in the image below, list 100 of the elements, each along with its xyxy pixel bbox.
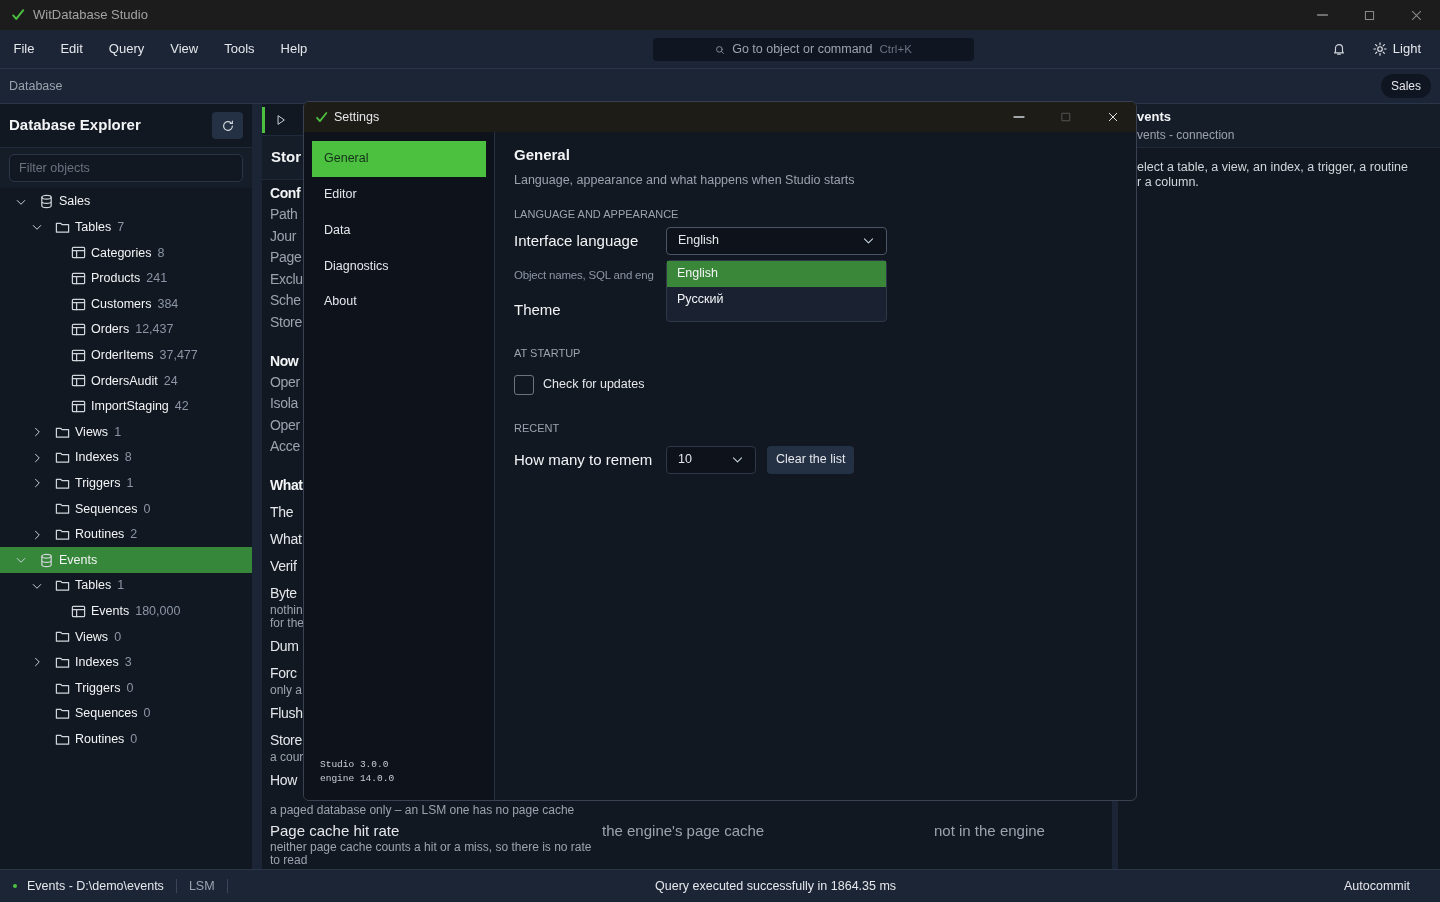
play-icon xyxy=(275,113,287,126)
tree-item-label: Views xyxy=(75,628,109,646)
minimize-icon xyxy=(1316,14,1329,16)
item-label: Forc xyxy=(270,663,297,683)
tree-item-label: Triggers xyxy=(75,474,121,492)
tree-item[interactable]: Routines 2 xyxy=(0,521,252,548)
item-label: Flush xyxy=(270,703,303,723)
tree-item[interactable]: OrdersAudit 24 xyxy=(0,368,252,394)
theme-toggle-button[interactable]: Light xyxy=(1366,39,1427,59)
item-count: 1 xyxy=(114,423,122,441)
section-heading: Conf xyxy=(270,184,301,203)
tree-item[interactable]: Views 1 xyxy=(0,419,252,445)
tree-item[interactable]: Tables 7 xyxy=(0,214,252,241)
tree-item[interactable]: Tables 1 xyxy=(0,572,252,599)
close-icon xyxy=(1106,111,1119,123)
dropdown-option[interactable]: Русский xyxy=(667,286,886,313)
table-icon xyxy=(71,373,86,389)
run-button[interactable] xyxy=(275,113,287,126)
sun-icon xyxy=(1372,42,1387,56)
command-search-field[interactable]: Go to object or command Ctrl+K xyxy=(653,38,974,61)
tree-item[interactable]: Routines 0 xyxy=(0,726,252,753)
item-count: 24 xyxy=(163,372,178,390)
tree-item-label: ImportStaging xyxy=(91,398,169,416)
item-count: 0 xyxy=(114,628,122,646)
tree-item[interactable]: Events 180,000 xyxy=(0,598,252,625)
dropdown[interactable]: English xyxy=(666,226,887,255)
settings-nav-item[interactable]: Data xyxy=(312,212,486,249)
item-note: neither page cache counts a hit or a miss, so there is no rate to read xyxy=(270,840,593,867)
details-hint: elect a table, a view, an index, a trigger, a routine r a column. xyxy=(1136,159,1409,190)
tree-item-label: Routines xyxy=(75,730,125,748)
tree-item[interactable]: Triggers 0 xyxy=(0,675,252,701)
section-heading: LANGUAGE AND APPEARANCE xyxy=(514,206,680,221)
setting-label: How many to remem xyxy=(514,449,654,470)
item-count: 1 xyxy=(117,577,125,595)
settings-nav-item[interactable]: General xyxy=(312,141,486,177)
section-heading: Now xyxy=(270,351,299,371)
tree-item-label: Orders xyxy=(91,321,130,339)
dialog-title: Settings xyxy=(334,108,380,126)
table-icon xyxy=(71,296,86,312)
property-label: Isola xyxy=(270,394,299,414)
tree-item-label: Triggers xyxy=(75,679,121,697)
table-icon xyxy=(71,271,86,287)
tree-item[interactable]: OrderItems 37,477 xyxy=(0,342,252,369)
menu-item[interactable]: Query xyxy=(99,39,154,59)
tree-item[interactable]: Sales xyxy=(0,189,252,215)
property-label: Exclu xyxy=(270,269,303,289)
settings-nav-item[interactable]: Editor xyxy=(312,176,486,213)
tree-item[interactable]: Indexes 8 xyxy=(0,444,252,471)
tree-item-label: Events xyxy=(91,602,130,620)
filter-field[interactable]: Filter objects xyxy=(9,154,243,182)
refresh-button[interactable] xyxy=(212,112,243,139)
folder-icon xyxy=(55,655,70,670)
tree-item[interactable]: Events xyxy=(0,547,252,573)
section-heading: RECENT xyxy=(514,420,561,435)
clear-list-button[interactable]: Clear the list xyxy=(767,445,855,474)
tree-item[interactable]: Customers 384 xyxy=(0,291,252,317)
panel-title: Database Explorer xyxy=(9,115,141,136)
checkbox[interactable] xyxy=(514,374,534,395)
property-label: Path xyxy=(270,205,298,224)
settings-nav-item[interactable]: About xyxy=(312,283,486,320)
property-label: Sche xyxy=(270,291,301,311)
tree-item-label: OrdersAudit xyxy=(91,372,158,390)
item-count: 0 xyxy=(143,500,151,518)
item-note: a cour xyxy=(270,750,304,764)
tree-item-label: Customers xyxy=(91,295,152,313)
tree-item[interactable]: Triggers 1 xyxy=(0,470,252,497)
dropdown[interactable]: 10 xyxy=(666,445,756,474)
tree-item[interactable]: Indexes 3 xyxy=(0,649,252,676)
menu-item[interactable]: View xyxy=(160,39,208,59)
tree-item[interactable]: Orders 12,437 xyxy=(0,316,252,343)
menu-item[interactable]: Edit xyxy=(50,39,93,59)
details-subtitle: vents - connection xyxy=(1137,127,1236,145)
table-icon xyxy=(71,322,86,338)
page-subtitle: Language, appearance and what happens when Studio starts xyxy=(514,172,856,189)
dropdown-option[interactable]: English xyxy=(667,260,886,287)
app-logo-icon xyxy=(11,8,25,22)
item-count: 1 xyxy=(126,474,134,492)
table-icon xyxy=(71,245,86,261)
item-label: How xyxy=(270,770,298,790)
menu-item[interactable]: Help xyxy=(271,39,317,59)
tree-item[interactable]: Sequences 0 xyxy=(0,700,252,727)
folder-icon xyxy=(55,706,70,722)
status-message: Query executed successfully in 1864.35 ms xyxy=(655,877,897,895)
tree-item[interactable]: Sequences 0 xyxy=(0,496,252,522)
property-label: Jour xyxy=(270,226,297,246)
status-mode: Autocommit xyxy=(1344,877,1410,895)
tree-item[interactable]: ImportStaging 42 xyxy=(0,393,252,420)
tree-item[interactable]: Products 241 xyxy=(0,265,252,292)
item-count: 8 xyxy=(157,244,165,262)
tree-item[interactable]: Views 0 xyxy=(0,624,252,650)
tree-item[interactable]: Categories 8 xyxy=(0,240,252,266)
connection-badge: Sales xyxy=(1380,74,1431,98)
minimize-icon xyxy=(1012,116,1025,118)
item-count: 7 xyxy=(117,219,125,236)
menu-item[interactable]: File xyxy=(4,39,44,59)
property-label: Store xyxy=(270,312,302,332)
menu-item[interactable]: Tools xyxy=(214,39,265,59)
item-count: 2 xyxy=(130,526,138,544)
settings-nav-item[interactable]: Diagnostics xyxy=(312,248,486,284)
panel-splitter[interactable] xyxy=(252,104,262,869)
